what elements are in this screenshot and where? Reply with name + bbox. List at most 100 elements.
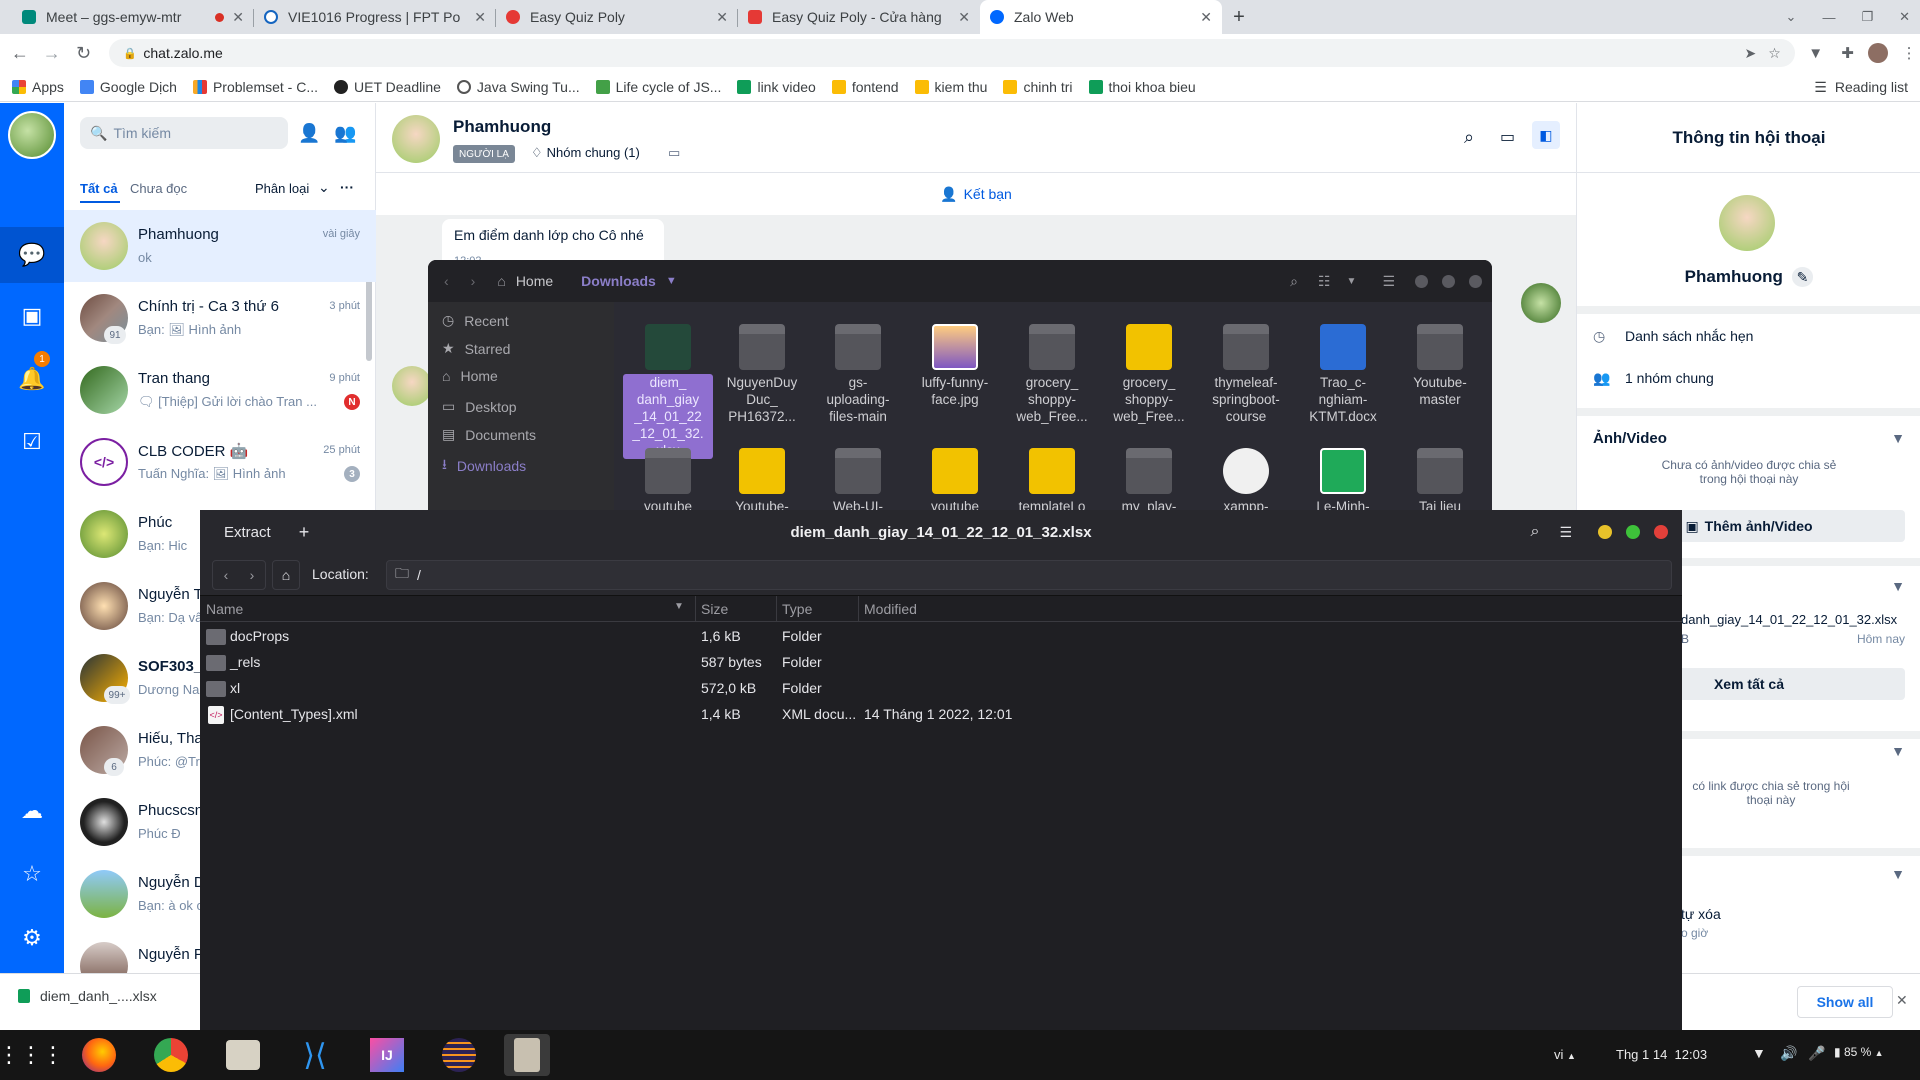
volume-icon[interactable]: 🔊 [1780, 1045, 1797, 1062]
collapse-caret-icon[interactable]: ▼ [1891, 866, 1905, 882]
intellij-icon[interactable]: IJ [364, 1034, 410, 1076]
list-view-icon[interactable]: ☷ [1318, 273, 1331, 290]
sidebar-item-documents[interactable]: ▤ Documents [442, 426, 536, 443]
close-window-icon[interactable]: ✕ [1899, 9, 1910, 25]
minimize-icon[interactable] [1598, 525, 1612, 539]
puzzle-icon[interactable]: ✚ [1837, 44, 1859, 62]
collapse-caret-icon[interactable]: ▼ [1891, 430, 1905, 446]
restore-icon[interactable]: ❐ [1861, 9, 1873, 25]
collapse-caret-icon[interactable]: ▼ [1891, 578, 1905, 594]
conversation-item[interactable]: </> CLB CODER 🤖 Tuấn Nghĩa: 🖼 Hình ảnh 2… [64, 426, 376, 498]
bookmark-chinh-tri[interactable]: chinh tri [1003, 79, 1073, 95]
filter-all[interactable]: Tất cả [80, 181, 118, 196]
menu-icon[interactable]: ☰ [1559, 524, 1572, 541]
bookmark-apps[interactable]: Apps [12, 79, 64, 95]
bookmark-kiem-thu[interactable]: kiem thu [914, 79, 987, 95]
folder-item[interactable]: my_play- [1104, 448, 1194, 510]
bookmark-link-video[interactable]: link video [737, 79, 816, 95]
path-dropdown-icon[interactable]: ▼ [666, 275, 677, 287]
close-icon[interactable] [1469, 274, 1482, 288]
toggle-info-panel-icon[interactable]: ◧ [1532, 121, 1560, 149]
filter-classify[interactable]: Phân loại [255, 181, 309, 196]
more-icon[interactable]: ··· [340, 179, 354, 195]
sidebar-item-desktop[interactable]: ▭ Desktop [442, 398, 517, 415]
home-icon[interactable]: ⌂ [272, 560, 300, 590]
file-item[interactable]: Le-Minh- [1298, 448, 1388, 510]
folder-item[interactable]: thymeleaf- springboot- course [1201, 324, 1291, 425]
profile-avatar[interactable] [1868, 43, 1889, 63]
cloud-icon[interactable]: ☁ [0, 783, 64, 839]
home-icon[interactable]: ⌂ [497, 273, 505, 289]
file-item[interactable]: xampp- [1201, 448, 1291, 510]
path-downloads[interactable]: Downloads [581, 273, 656, 289]
my-avatar[interactable] [8, 111, 56, 159]
bookmark-uet-deadline[interactable]: UET Deadline [334, 79, 441, 95]
column-modified[interactable]: Modified [864, 601, 917, 617]
sidebar-item-recent[interactable]: ◷ Recent [442, 312, 509, 329]
reload-icon[interactable]: ↻ [72, 43, 96, 64]
maximize-icon[interactable] [1442, 274, 1455, 288]
tab-vie1016[interactable]: VIE1016 Progress | FPT Po ✕ [254, 0, 496, 34]
file-item[interactable]: Trao_c- nghiam- KTMT.docx [1298, 324, 1388, 425]
wifi-icon[interactable]: ▼ [1752, 1045, 1766, 1061]
close-icon[interactable] [1654, 525, 1668, 539]
menu-icon[interactable]: ⋮ [1898, 44, 1920, 62]
extension-icon[interactable]: ▼ [1805, 45, 1827, 62]
bookmark-problemset[interactable]: Problemset - C... [192, 79, 318, 95]
folder-item[interactable]: gs- uploading- files-main [813, 324, 903, 425]
file-item[interactable]: templateLo [1007, 448, 1097, 510]
eclipse-icon[interactable] [436, 1034, 482, 1076]
file-item[interactable]: diem_ danh_giay _14_01_22 _12_01_32. xls… [623, 324, 713, 459]
column-size[interactable]: Size [701, 601, 728, 617]
filter-unread[interactable]: Chưa đọc [130, 181, 187, 196]
add-file-icon[interactable]: + [299, 522, 310, 543]
folder-item[interactable]: grocery_ shoppy- web_Free... [1007, 324, 1097, 425]
firefox-icon[interactable] [76, 1034, 122, 1076]
microphone-icon[interactable]: 🎤 [1808, 1045, 1825, 1062]
minimize-icon[interactable] [1415, 274, 1428, 288]
bookmark-google-dich[interactable]: Google Dịch [79, 79, 177, 95]
conversation-item[interactable]: Phamhuong ok vài giây [64, 210, 376, 282]
close-icon[interactable]: ✕ [716, 9, 728, 26]
add-friend-banner[interactable]: 👤 Kết bạn [376, 173, 1576, 215]
app-grid-icon[interactable]: ⋮⋮⋮ [0, 1034, 64, 1076]
send-icon[interactable]: ➤ [1744, 45, 1756, 62]
forward-icon[interactable]: › [250, 567, 255, 583]
close-icon[interactable]: ✕ [232, 9, 244, 26]
bookmark-life-cycle[interactable]: Life cycle of JS... [595, 79, 721, 95]
info-avatar[interactable] [1719, 195, 1775, 251]
file-item[interactable]: youtube [910, 448, 1000, 510]
back-icon[interactable]: ‹ [444, 273, 449, 289]
battery-indicator[interactable]: ▮ 85 % ▲ [1834, 1045, 1884, 1059]
minimize-icon[interactable]: — [1822, 10, 1835, 25]
edit-pencil-icon[interactable]: ✎ [1791, 267, 1814, 287]
search-icon[interactable]: ⌕ [1290, 273, 1298, 290]
tab-easy-quiz[interactable]: Easy Quiz Poly ✕ [496, 0, 738, 34]
search-icon[interactable]: ⌕ [1464, 127, 1474, 148]
table-row[interactable]: _rels 587 bytes Folder [200, 650, 1682, 676]
conversation-item[interactable]: Tran thang 🗨 [Thiệp] Gửi lời chào Tran .… [64, 354, 376, 426]
star-icon[interactable]: ☆ [0, 846, 64, 902]
reminders-row[interactable]: ◷ Danh sách nhắc hẹn [1577, 306, 1920, 358]
sidebar-item-downloads[interactable]: ⭳ Downloads [442, 454, 526, 478]
chrome-icon[interactable] [148, 1034, 194, 1076]
path-home[interactable]: Home [516, 273, 553, 289]
table-row[interactable]: docProps 1,6 kB Folder [200, 624, 1682, 650]
search-icon[interactable]: ⌕ [1530, 523, 1539, 541]
close-icon[interactable]: ✕ [1896, 992, 1908, 1009]
column-type[interactable]: Type [782, 601, 812, 617]
view-options-icon[interactable]: ▼ [1347, 276, 1357, 287]
clock[interactable]: Thg 1 14 12:03 [1616, 1047, 1707, 1062]
bookmark-java-swing[interactable]: Java Swing Tu... [456, 79, 580, 95]
files-icon[interactable] [220, 1034, 266, 1076]
sort-caret-icon[interactable]: ▼ [674, 601, 684, 612]
folder-item[interactable]: Web-UI- [813, 448, 903, 510]
common-groups-link[interactable]: ♢ Nhóm chung (1) [531, 145, 640, 161]
menu-icon[interactable]: ☰ [1382, 273, 1395, 290]
common-groups-row[interactable]: 👥 1 nhóm chung [1577, 358, 1920, 406]
bookmark-thoi-khoa-bieu[interactable]: thoi khoa bieu [1088, 79, 1196, 95]
sidebar-item-starred[interactable]: ★ Starred [442, 340, 510, 357]
show-all-button[interactable]: Show all [1797, 986, 1893, 1018]
vscode-icon[interactable]: ⟩⟨ [292, 1034, 338, 1076]
file-item[interactable]: luffy-funny- face.jpg [910, 324, 1000, 408]
